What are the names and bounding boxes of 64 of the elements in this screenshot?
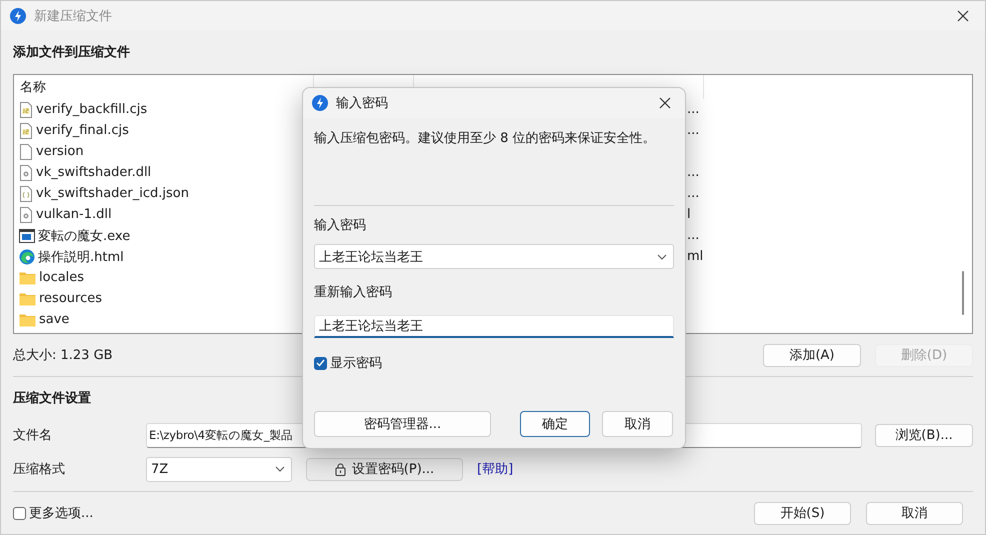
- file-icon: [19, 144, 33, 160]
- close-icon: [659, 97, 671, 109]
- file-name[interactable]: verify_backfill.cjs: [36, 102, 148, 117]
- file-name[interactable]: vk_swiftshader_icd.json: [36, 186, 189, 201]
- file-name[interactable]: vk_swiftshader.dll: [36, 165, 152, 180]
- file-name[interactable]: resources: [39, 291, 102, 306]
- file-path: ...: [687, 102, 700, 117]
- script-file-icon: [19, 102, 33, 118]
- field-label: 文件名: [13, 427, 53, 444]
- file-name[interactable]: save: [39, 312, 70, 327]
- browse-button[interactable]: 浏览(B)...: [875, 424, 973, 446]
- application-icon: [19, 228, 35, 242]
- gear-file-icon: [19, 206, 33, 222]
- confirm-password-field[interactable]: 上老王论坛当老王: [314, 315, 674, 338]
- json-file-icon: [19, 186, 33, 202]
- file-name[interactable]: verify_final.cjs: [36, 123, 129, 138]
- chevron-down-icon: [657, 254, 667, 260]
- field-label: 输入密码: [314, 217, 366, 234]
- file-name[interactable]: vulkan-1.dll: [36, 207, 112, 222]
- check-icon: [316, 359, 325, 367]
- scrollbar[interactable]: [962, 271, 964, 315]
- field-label: 重新输入密码: [314, 284, 392, 301]
- file-name[interactable]: 変転の魔女.exe: [38, 226, 130, 244]
- ok-button[interactable]: 确定: [520, 410, 590, 436]
- start-button[interactable]: 开始(S): [754, 502, 851, 524]
- chevron-down-icon: [275, 466, 285, 472]
- app-icon: [10, 8, 26, 24]
- close-icon: [957, 10, 969, 22]
- dialog-message: 输入压缩包密码。建议使用至少 8 位的密码来保证安全性。: [314, 130, 657, 148]
- more-options-label: 更多选项...: [29, 505, 94, 522]
- app-icon: [312, 95, 328, 111]
- window-title: 新建压缩文件: [34, 8, 113, 24]
- file-name[interactable]: version: [36, 144, 84, 159]
- password-manager-button[interactable]: 密码管理器...: [314, 410, 491, 436]
- script-file-icon: [19, 122, 33, 138]
- lock-icon: [334, 462, 346, 476]
- file-path: l: [687, 207, 691, 222]
- cancel-button[interactable]: 取消: [602, 410, 673, 436]
- file-path: ...: [687, 123, 700, 138]
- gear-file-icon: [19, 164, 33, 180]
- file-name[interactable]: locales: [39, 270, 84, 285]
- file-path: ...: [687, 165, 700, 180]
- add-button[interactable]: 添加(A): [763, 344, 861, 366]
- section-heading: 添加文件到压缩文件: [13, 44, 130, 62]
- browser-icon: [19, 248, 35, 264]
- cancel-button[interactable]: 取消: [866, 502, 963, 524]
- folder-icon: [19, 270, 36, 284]
- set-password-button[interactable]: 设置密码(P)...: [306, 458, 463, 480]
- help-link[interactable]: [帮助]: [477, 460, 514, 478]
- checkbox[interactable]: [13, 506, 26, 520]
- checkbox[interactable]: [314, 356, 327, 370]
- total-size: 总大小: 1.23 GB: [13, 347, 113, 364]
- format-select[interactable]: 7Z: [146, 456, 292, 482]
- password-field[interactable]: 上老王论坛当老王: [314, 244, 674, 269]
- field-label: 压缩格式: [13, 461, 66, 478]
- section-heading: 压缩文件设置: [13, 390, 91, 408]
- dialog-title: 输入密码: [336, 95, 389, 112]
- show-password-label: 显示密码: [330, 355, 382, 372]
- folder-icon: [19, 292, 36, 306]
- folder-icon: [19, 312, 36, 326]
- file-path: ml: [687, 249, 704, 264]
- file-path: ...: [687, 186, 700, 201]
- file-path: ...: [687, 228, 700, 243]
- file-name[interactable]: 操作説明.html: [38, 248, 124, 266]
